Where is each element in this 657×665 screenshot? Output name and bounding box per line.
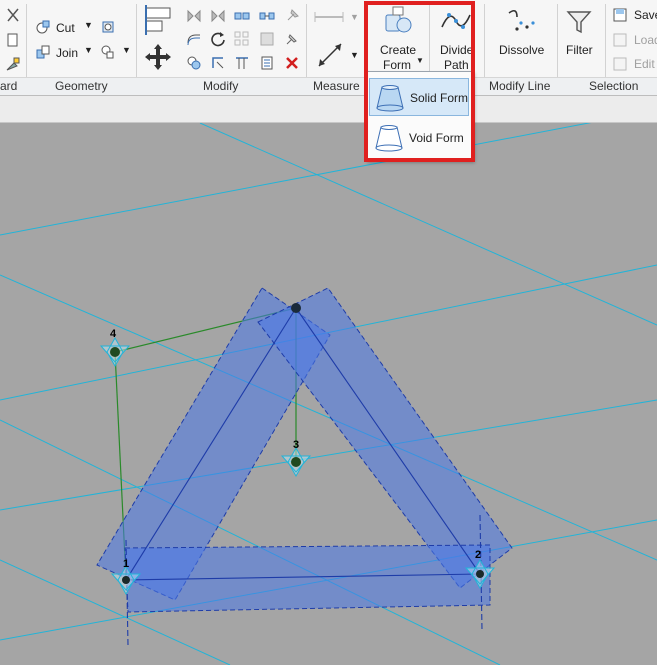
trim-multiple-icon[interactable] xyxy=(234,55,250,71)
pin-icon[interactable] xyxy=(284,8,300,24)
rotate-icon[interactable] xyxy=(210,31,226,47)
mirror-pick-axis-icon[interactable] xyxy=(186,8,202,24)
filter-button[interactable]: Filter xyxy=(566,43,593,57)
cut-geometry-icon[interactable] xyxy=(35,19,51,35)
split-face-icon[interactable] xyxy=(100,44,116,60)
unpin-icon[interactable] xyxy=(259,55,275,71)
panel-label-bar: ard Geometry Modify Measure Modify Line … xyxy=(0,77,657,96)
panel-label-geometry[interactable]: Geometry xyxy=(55,79,108,93)
save-selection-icon[interactable] xyxy=(613,8,627,22)
split-element-icon[interactable] xyxy=(234,8,250,24)
create-form-dropdown: Solid Form Void Form xyxy=(366,71,474,161)
trim-extend-icon[interactable] xyxy=(210,55,226,71)
filter-icon[interactable] xyxy=(566,9,592,35)
align-icon[interactable] xyxy=(143,5,173,35)
measure-between-references-icon[interactable] xyxy=(313,8,345,26)
panel-label-measure[interactable]: Measure xyxy=(313,79,360,93)
measure-dropdown-arrow[interactable]: ▼ xyxy=(350,12,359,22)
create-form-icon[interactable] xyxy=(381,5,413,37)
divide-path-label-line1[interactable]: Divide xyxy=(440,43,473,57)
scale-icon[interactable] xyxy=(259,31,275,47)
cut-dropdown-arrow[interactable]: ▼ xyxy=(84,20,93,30)
create-form-label-line2[interactable]: Form xyxy=(383,58,411,72)
ribbon: Cut ▼ Join ▼ ▼ ▼ ▼ Create Form ▼ Divide … xyxy=(0,0,657,97)
load-selection-icon[interactable] xyxy=(613,33,627,47)
panel-label-clipboard[interactable]: ard xyxy=(0,79,17,93)
cut-button[interactable]: Cut xyxy=(56,21,75,35)
drawing-area[interactable]: 1 2 3 4 xyxy=(0,123,657,665)
point-label-1: 1 xyxy=(123,558,129,570)
unpin-element-icon[interactable] xyxy=(284,31,300,47)
split-dropdown-arrow[interactable]: ▼ xyxy=(122,45,131,55)
create-form-dropdown-arrow[interactable]: ▼ xyxy=(416,56,424,65)
panel-label-modify-line[interactable]: Modify Line xyxy=(489,79,550,93)
panel-label-selection[interactable]: Selection xyxy=(589,79,638,93)
divide-path-label-line2[interactable]: Path xyxy=(444,58,469,72)
mirror-draw-axis-icon[interactable] xyxy=(210,8,226,24)
match-properties-icon[interactable] xyxy=(5,56,21,72)
solid-form-menu-item[interactable]: Solid Form xyxy=(369,78,469,116)
offset-icon[interactable] xyxy=(186,31,202,47)
create-form-label-line1[interactable]: Create xyxy=(380,43,416,57)
solid-form-icon xyxy=(376,85,404,112)
join-button[interactable]: Join xyxy=(56,46,78,60)
array-icon[interactable] xyxy=(234,31,250,47)
aligned-dimension-icon[interactable] xyxy=(315,40,345,70)
divide-path-icon[interactable] xyxy=(440,7,472,35)
wall-joins-icon[interactable] xyxy=(100,19,116,35)
dissolve-button[interactable]: Dissolve xyxy=(499,43,544,57)
move-icon[interactable] xyxy=(143,42,173,72)
split-gap-icon[interactable] xyxy=(259,8,275,24)
apex-point[interactable] xyxy=(291,303,301,313)
delete-icon[interactable] xyxy=(284,55,300,71)
void-form-label: Void Form xyxy=(409,131,464,145)
solid-form[interactable] xyxy=(96,287,513,613)
copy-icon[interactable] xyxy=(5,32,21,48)
point-label-2: 2 xyxy=(475,549,481,561)
canvas[interactable]: 1 2 3 4 xyxy=(0,123,657,665)
load-selection-button[interactable]: Load xyxy=(634,33,657,47)
edit-selection-button[interactable]: Edit xyxy=(634,57,655,71)
form-member-bottom[interactable] xyxy=(124,544,491,613)
cut-scissors-icon[interactable] xyxy=(5,7,21,23)
reference-point-3[interactable]: 3 xyxy=(280,439,312,478)
join-dropdown-arrow[interactable]: ▼ xyxy=(84,45,93,55)
save-selection-button[interactable]: Save xyxy=(634,8,657,22)
void-form-icon xyxy=(375,125,403,152)
copy-element-icon[interactable] xyxy=(186,55,202,71)
solid-form-label: Solid Form xyxy=(410,91,469,105)
panel-label-modify[interactable]: Modify xyxy=(203,79,238,93)
dissolve-icon[interactable] xyxy=(505,7,537,37)
dimension-dropdown-arrow[interactable]: ▼ xyxy=(350,50,359,60)
edit-selection-icon[interactable] xyxy=(613,57,627,71)
point-label-4: 4 xyxy=(110,328,117,340)
join-geometry-icon[interactable] xyxy=(35,44,51,60)
void-form-menu-item[interactable]: Void Form xyxy=(369,119,469,157)
point-label-3: 3 xyxy=(293,439,299,451)
options-bar xyxy=(0,96,657,123)
reference-point-4[interactable]: 4 xyxy=(99,328,131,368)
